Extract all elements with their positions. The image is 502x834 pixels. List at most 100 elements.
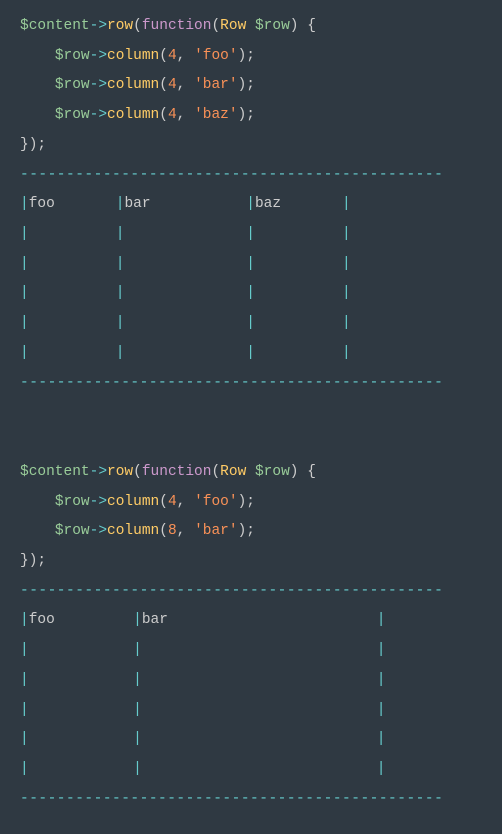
code-token: -> — [90, 464, 107, 480]
code-token: 'foo' — [194, 494, 238, 510]
code-token: , — [177, 77, 194, 93]
pipe-icon: | — [377, 612, 386, 628]
pipe-icon: | — [20, 612, 29, 628]
pipe-icon: | — [342, 256, 351, 272]
code-token: column — [107, 107, 159, 123]
code-token: $row — [255, 18, 290, 34]
pipe-icon: | — [246, 345, 255, 361]
pipe-icon: | — [20, 642, 29, 658]
code-token — [246, 18, 255, 34]
code-token: ( — [211, 464, 220, 480]
code-token: 'foo' — [194, 48, 238, 64]
pipe-icon: | — [20, 285, 29, 301]
code-block-2: $content->row(function(Row $row) { $row-… — [20, 458, 482, 577]
code-token — [20, 48, 55, 64]
pipe-icon: | — [377, 731, 386, 747]
code-block-1: $content->row(function(Row $row) { $row-… — [20, 12, 482, 161]
pipe-icon: | — [342, 285, 351, 301]
code-token: 'bar' — [194, 523, 238, 539]
code-token: $row — [55, 523, 90, 539]
code-token: , — [177, 523, 194, 539]
pipe-icon: | — [116, 345, 125, 361]
code-token: row — [107, 18, 133, 34]
pipe-icon: | — [133, 672, 142, 688]
code-token: ( — [159, 494, 168, 510]
pipe-icon: | — [133, 612, 142, 628]
pipe-icon: | — [246, 285, 255, 301]
code-token: -> — [90, 77, 107, 93]
pipe-icon: | — [246, 256, 255, 272]
pipe-icon: | — [133, 761, 142, 777]
pipe-icon: | — [20, 702, 29, 718]
code-token: $content — [20, 464, 90, 480]
code-token: $row — [55, 494, 90, 510]
table-cell: foo — [29, 196, 55, 212]
code-token: column — [107, 48, 159, 64]
code-token: Row — [220, 18, 246, 34]
code-token: -> — [90, 48, 107, 64]
pipe-icon: | — [133, 731, 142, 747]
pipe-icon: | — [377, 761, 386, 777]
pipe-icon: | — [20, 731, 29, 747]
pipe-icon: | — [246, 196, 255, 212]
code-token: ( — [159, 523, 168, 539]
divider: ----------------------------------------… — [20, 167, 443, 183]
code-token: , — [177, 107, 194, 123]
code-token: column — [107, 494, 159, 510]
code-token: -> — [90, 107, 107, 123]
code-token: Row — [220, 464, 246, 480]
code-token: ); — [238, 523, 255, 539]
code-token: 4 — [168, 494, 177, 510]
code-token: $row — [55, 48, 90, 64]
pipe-icon: | — [377, 672, 386, 688]
code-token — [20, 523, 55, 539]
pipe-icon: | — [20, 256, 29, 272]
pipe-icon: | — [116, 315, 125, 331]
code-token: $row — [55, 107, 90, 123]
pipe-icon: | — [20, 226, 29, 242]
code-token: , — [177, 48, 194, 64]
code-token: ( — [159, 107, 168, 123]
code-token: , — [177, 494, 194, 510]
table-cell: foo — [29, 612, 55, 628]
table-cell: bar — [142, 612, 168, 628]
code-token: row — [107, 464, 133, 480]
pipe-icon: | — [20, 315, 29, 331]
code-token: $row — [55, 77, 90, 93]
code-token: }); — [20, 553, 46, 569]
code-token: 4 — [168, 77, 177, 93]
table-cell: bar — [124, 196, 150, 212]
pipe-icon: | — [377, 702, 386, 718]
divider: ----------------------------------------… — [20, 375, 443, 391]
divider: ----------------------------------------… — [20, 583, 443, 599]
code-token: ); — [238, 48, 255, 64]
pipe-icon: | — [20, 672, 29, 688]
code-token: ( — [133, 18, 142, 34]
pipe-icon: | — [20, 196, 29, 212]
code-token: 4 — [168, 48, 177, 64]
code-token: { — [299, 464, 316, 480]
pipe-icon: | — [342, 345, 351, 361]
pipe-icon: | — [342, 226, 351, 242]
pipe-icon: | — [246, 226, 255, 242]
divider: ----------------------------------------… — [20, 791, 443, 807]
pipe-icon: | — [20, 345, 29, 361]
pipe-icon: | — [133, 642, 142, 658]
pipe-icon: | — [116, 285, 125, 301]
code-token: -> — [90, 494, 107, 510]
code-token: ) — [290, 18, 299, 34]
code-token: }); — [20, 137, 46, 153]
code-token: ) — [290, 464, 299, 480]
code-token: function — [142, 18, 212, 34]
code-token: ); — [238, 494, 255, 510]
pipe-icon: | — [133, 702, 142, 718]
code-token: ( — [159, 48, 168, 64]
pipe-icon: | — [342, 315, 351, 331]
code-token — [20, 494, 55, 510]
ascii-table-1: ----------------------------------------… — [20, 161, 482, 458]
ascii-table-2: ----------------------------------------… — [20, 577, 482, 815]
code-token: ); — [238, 77, 255, 93]
code-token: ( — [159, 77, 168, 93]
code-token: column — [107, 523, 159, 539]
table-cell: baz — [255, 196, 281, 212]
